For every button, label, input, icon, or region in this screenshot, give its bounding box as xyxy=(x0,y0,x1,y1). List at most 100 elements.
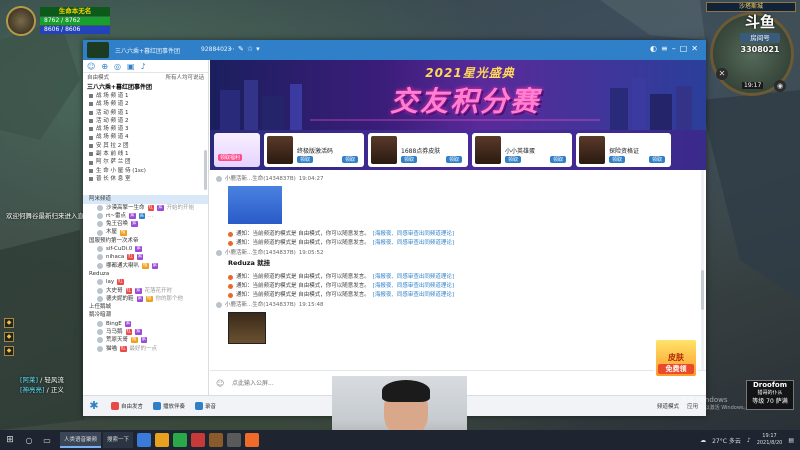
promo-card[interactable]: 1688点券皮肤 领取 领取 xyxy=(368,133,468,167)
notice-link[interactable]: [海报夜、同感审查出同频道理论] xyxy=(373,239,454,248)
subchannel-item[interactable]: 生 命 小 屋 侍 (1sc) xyxy=(83,167,208,175)
channel-mode-button[interactable]: 频道模式 xyxy=(657,402,679,410)
promo-card[interactable]: 小小英雄蛋 领取 领取 xyxy=(472,133,572,167)
subchannel-item[interactable]: 活 动 频 道 1 xyxy=(83,109,208,117)
promo-claim-button[interactable]: 领取 xyxy=(648,156,665,163)
minimap-tracking-icon[interactable]: ◉ xyxy=(774,80,786,92)
maximize-icon[interactable]: □ xyxy=(680,44,692,53)
app-icon[interactable] xyxy=(191,433,206,447)
promo-claim-button[interactable]: 领取 xyxy=(297,156,314,163)
game-icon[interactable] xyxy=(209,433,224,447)
channel-mode-row[interactable]: 自由模式 所有人均可说话 xyxy=(83,73,208,83)
user-row[interactable]: 沙漠高擎一生命红紫开始的开始 xyxy=(83,204,208,212)
volume-icon[interactable]: ♪ xyxy=(747,437,751,444)
promo-card[interactable]: 探险资格证 领取 领取 xyxy=(576,133,671,167)
channel-section[interactable]: 阿米频道 xyxy=(83,195,208,204)
chat-scroll-thumb[interactable] xyxy=(701,270,704,310)
notice-link[interactable]: [海报夜、同感审查出同频道理论] xyxy=(373,230,454,239)
user-row[interactable]: 大史哥红紫花落花开时 xyxy=(83,287,208,295)
user-row[interactable]: BingE 紫 xyxy=(83,320,208,328)
promo-card[interactable]: 终极版激活码 领取 领取 xyxy=(264,133,364,167)
channel-section[interactable]: 上任鹅城 xyxy=(83,303,208,311)
user-row[interactable]: rt~雷点紫蓝... xyxy=(83,212,208,220)
play-music-button[interactable]: 播放伴奏 xyxy=(153,402,185,410)
subchannel-item[interactable]: 战 场 频 道 4 xyxy=(83,133,208,141)
promo-claim-button[interactable]: 领取 xyxy=(609,156,626,163)
app-titlebar[interactable]: 三八六乘+暮红团事件团 92884023 ⋯✎☆▾ ◐≡–□✕ xyxy=(83,40,706,60)
close-icon[interactable]: ✕ xyxy=(691,44,702,53)
subchannel-item[interactable]: 战 场 频 道 2 xyxy=(83,100,208,108)
start-icon[interactable]: ⊞ xyxy=(0,435,20,445)
message-image[interactable] xyxy=(228,186,282,224)
emoji-icon[interactable]: ☺ xyxy=(216,379,224,388)
user-row[interactable]: 兔王召唤紫 xyxy=(83,220,208,228)
subchannel-item[interactable]: 普 长 休 息 室 xyxy=(83,175,208,183)
user-row[interactable]: 哪都通大喇叭橙紫 xyxy=(83,262,208,270)
minimap-close-icon[interactable]: ✕ xyxy=(716,68,728,80)
app-icon[interactable] xyxy=(227,433,242,447)
wechat-icon[interactable] xyxy=(173,433,188,447)
window-controls[interactable]: ◐≡–□✕ xyxy=(650,44,702,53)
share-icon[interactable]: ⋯ xyxy=(228,45,238,53)
promo-claim-button[interactable]: 领取 xyxy=(341,156,358,163)
promo-claim-button[interactable]: 领取 xyxy=(549,156,566,163)
gift-icon[interactable]: ▣ xyxy=(127,62,135,71)
message-author[interactable]: 小鹿活新...生命(1434837B) xyxy=(225,248,296,258)
event-banner[interactable]: 2021星光盛典 交友积分赛 xyxy=(210,60,706,130)
task-view-icon[interactable]: ▭ xyxy=(38,436,56,445)
subchannel-item[interactable]: 活 动 频 道 2 xyxy=(83,117,208,125)
weather-text[interactable]: 27°C 多云 xyxy=(712,436,741,445)
user-row[interactable]: 木屋橙 xyxy=(83,228,208,236)
player-unit-frame[interactable]: 生命本无名 8762 / 8762 8606 / 8606 xyxy=(6,6,110,36)
channel-root[interactable]: 三八六乘+暮红团事件团 xyxy=(83,83,208,92)
subchannel-item[interactable]: 副 本 前 线 1 xyxy=(83,150,208,158)
promo-claim-button[interactable]: 领取 xyxy=(445,156,462,163)
chat-icon[interactable]: ◆ xyxy=(4,318,14,328)
channel-section[interactable]: 鹅冷暗潮 xyxy=(83,311,208,319)
player-portrait[interactable] xyxy=(6,6,36,36)
taskbar-app-voice[interactable]: 人类语音聚频 xyxy=(60,432,102,448)
chat-messages[interactable]: 小鹿活新...生命(1434837B) 19:04:27 通知：当前频道的模式是 … xyxy=(210,170,706,370)
social-icon[interactable]: ◆ xyxy=(4,332,14,342)
notice-link[interactable]: [海报夜、同感审查出同频道理论] xyxy=(373,273,454,282)
subchannel-item[interactable]: 战 场 频 道 1 xyxy=(83,92,208,100)
titlebar-tools[interactable]: ⋯✎☆▾ xyxy=(228,45,263,53)
user-row[interactable]: 马马鹅红紫 xyxy=(83,328,208,336)
user-row[interactable]: 德夫妮的鞋紫橙你的那个他 xyxy=(83,295,208,303)
promo-claim-button[interactable]: 领取 xyxy=(401,156,418,163)
message-author[interactable]: 小鹿活新...生命(1434837B) xyxy=(225,300,296,310)
sound-icon[interactable]: ♪ xyxy=(141,62,146,71)
taskbar-app-search[interactable]: 搜索一下 xyxy=(103,432,134,448)
app-brand-icon[interactable]: ✱ xyxy=(87,399,101,413)
browser-icon[interactable] xyxy=(137,433,152,447)
more-icon[interactable]: ▾ xyxy=(256,45,263,53)
link-icon[interactable]: ✎ xyxy=(238,45,247,53)
welfare-card[interactable]: 领取福利 xyxy=(214,133,260,167)
skin-icon[interactable]: ◐ xyxy=(650,44,661,53)
location-icon[interactable]: ◎ xyxy=(114,62,121,71)
user-row[interactable]: lay 红 xyxy=(83,278,208,286)
record-button[interactable]: 录音 xyxy=(195,402,216,410)
subchannel-item[interactable]: 阿 尔 萨 兰 团 xyxy=(83,158,208,166)
guild-icon[interactable]: ◆ xyxy=(4,346,14,356)
user-icon[interactable]: ☺ xyxy=(87,62,95,71)
user-row[interactable]: nihaca 红紫 xyxy=(83,253,208,261)
menu-icon[interactable]: ≡ xyxy=(661,44,672,53)
notice-link[interactable]: [海报夜、同感审查出同频道理论] xyxy=(373,282,454,291)
minimize-icon[interactable]: – xyxy=(672,44,680,53)
chat-scrollbar[interactable] xyxy=(701,170,704,370)
subchannel-item[interactable]: 战 场 频 道 3 xyxy=(83,125,208,133)
subchannel-item[interactable]: 安 其 拉 2 团 xyxy=(83,142,208,150)
target-frame[interactable]: Droofom 猎哥的仆从 等级 70 萨满 xyxy=(746,380,794,410)
message-image[interactable] xyxy=(228,312,266,344)
channel-section[interactable]: 国服预约第一次术帝 xyxy=(83,237,208,245)
message-author[interactable]: 小鹿活新...生命(1434837B) xyxy=(225,174,296,184)
obs-icon[interactable] xyxy=(245,433,260,447)
notification-icon[interactable]: ▤ xyxy=(788,437,794,444)
folder-icon[interactable] xyxy=(155,433,170,447)
sidebar-scrollbar[interactable] xyxy=(204,150,207,190)
free-speech-button[interactable]: 自由发言 xyxy=(111,402,143,410)
user-row[interactable]: 猫喵红最好的一点 xyxy=(83,345,208,353)
channel-section[interactable]: Reduza xyxy=(83,270,208,278)
notice-link[interactable]: [海报夜、同感审查出同频道理论] xyxy=(373,291,454,300)
